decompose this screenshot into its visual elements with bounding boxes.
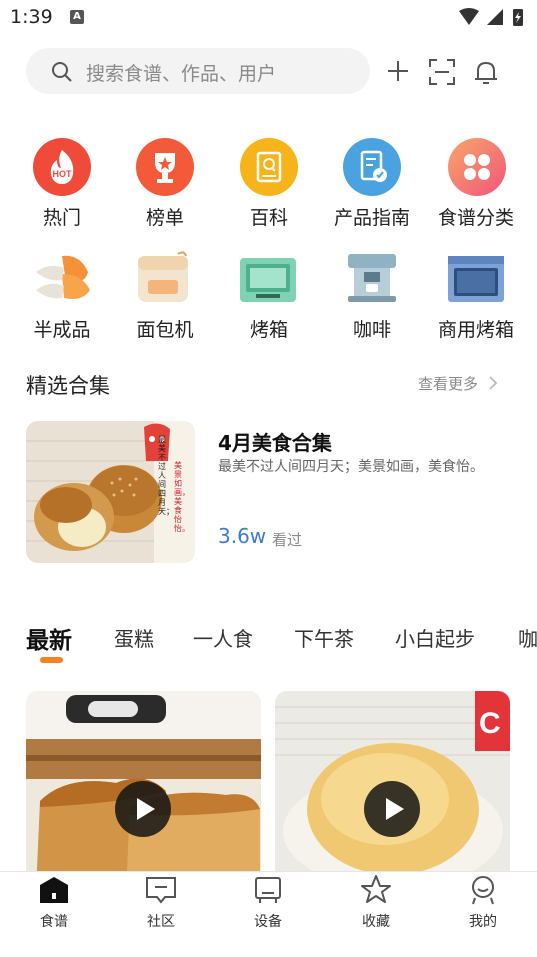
profile-icon	[472, 876, 494, 905]
category-bread-machine-label[interactable]: 面包机	[110, 315, 220, 342]
section-title: 精选合集	[26, 374, 110, 398]
category-semi-finished-label[interactable]: 半成品	[7, 315, 117, 342]
chevron-right-icon[interactable]	[488, 376, 498, 390]
nav-recipes-label: 食谱	[40, 914, 68, 930]
svg-text:HOT: HOT	[53, 169, 73, 179]
search-icon	[52, 62, 72, 82]
home-icon	[40, 877, 68, 903]
star-icon	[361, 875, 391, 903]
svg-text:C: C	[479, 707, 501, 740]
active-tab-indicator	[40, 657, 63, 663]
tab-single-meal[interactable]: 一人食	[193, 623, 253, 652]
oven-icon[interactable]	[238, 254, 298, 304]
tab-cake[interactable]: 蛋糕	[114, 623, 154, 652]
tab-latest[interactable]: 最新	[26, 621, 72, 655]
nav-community[interactable]: 社区	[131, 873, 191, 931]
collection-cover-image[interactable]: 最美不过人间四月天； 美景如画，美食怡怡。	[26, 421, 195, 563]
semi-finished-food-icon[interactable]	[32, 252, 92, 304]
nav-recipes[interactable]: 食谱	[24, 873, 84, 931]
device-icon	[255, 877, 281, 903]
play-icon	[386, 798, 404, 820]
nav-profile-label: 我的	[469, 914, 497, 930]
category-guide-label[interactable]: 产品指南	[317, 203, 427, 230]
nav-favorites-label: 收藏	[362, 914, 390, 930]
category-hot-label[interactable]: 热门	[7, 203, 117, 230]
collection-title[interactable]: 4月美食合集	[218, 427, 332, 456]
bread-machine-icon[interactable]	[134, 250, 194, 306]
tab-afternoon-tea[interactable]: 下午茶	[294, 623, 354, 652]
category-classify-label[interactable]: 食谱分类	[421, 203, 531, 230]
collection-views-label: 看过	[272, 531, 303, 549]
category-oven-label[interactable]: 烤箱	[214, 315, 324, 342]
category-coffee-label[interactable]: 咖啡	[317, 315, 427, 342]
collection-view-count: 3.6w	[218, 524, 267, 548]
signal-icon	[487, 9, 503, 25]
play-icon	[137, 798, 155, 820]
encyclopedia-book-icon[interactable]	[240, 138, 298, 196]
nav-favorites[interactable]: 收藏	[346, 873, 406, 931]
notification-icon: A	[70, 10, 84, 24]
cover-caption-2: 美景如画，美食怡怡。	[174, 461, 190, 533]
hot-category-icon[interactable]: HOT	[33, 138, 91, 196]
status-icons	[459, 8, 523, 26]
tab-coffee-partial[interactable]: 咖	[518, 623, 537, 652]
search-input[interactable]: 搜索食谱、作品、用户	[86, 59, 276, 86]
tab-beginner[interactable]: 小白起步	[395, 623, 475, 652]
chat-icon	[146, 877, 176, 904]
status-time: 1:39	[10, 6, 53, 28]
category-ranking-label[interactable]: 榜单	[110, 203, 220, 230]
recipe-card-bun[interactable]: C	[275, 691, 510, 891]
cover-caption-1: 最美不过人间四月天；	[158, 435, 174, 516]
category-wiki-label[interactable]: 百科	[214, 203, 324, 230]
scan-icon[interactable]	[428, 58, 456, 86]
recipe-card-bread[interactable]	[26, 691, 261, 891]
play-button[interactable]	[115, 781, 171, 837]
view-more-link[interactable]: 查看更多	[418, 373, 478, 394]
nav-devices-label: 设备	[254, 914, 282, 930]
product-guide-icon[interactable]	[343, 138, 401, 196]
nav-profile[interactable]: 我的	[453, 873, 513, 931]
category-commercial-oven-label[interactable]: 商用烤箱	[421, 315, 531, 342]
nav-devices[interactable]: 设备	[238, 873, 298, 931]
wifi-icon	[459, 8, 479, 25]
add-icon[interactable]	[386, 59, 410, 83]
play-button[interactable]	[364, 781, 420, 837]
bell-icon[interactable]	[472, 58, 500, 86]
ranking-trophy-icon[interactable]	[136, 138, 194, 196]
commercial-oven-icon[interactable]	[446, 254, 506, 304]
nav-community-label: 社区	[147, 914, 175, 930]
coffee-machine-icon[interactable]	[344, 250, 400, 306]
collection-description: 最美不过人间四月天；美景如画，美食怡。	[218, 459, 484, 475]
recipe-categories-icon[interactable]	[448, 138, 506, 196]
